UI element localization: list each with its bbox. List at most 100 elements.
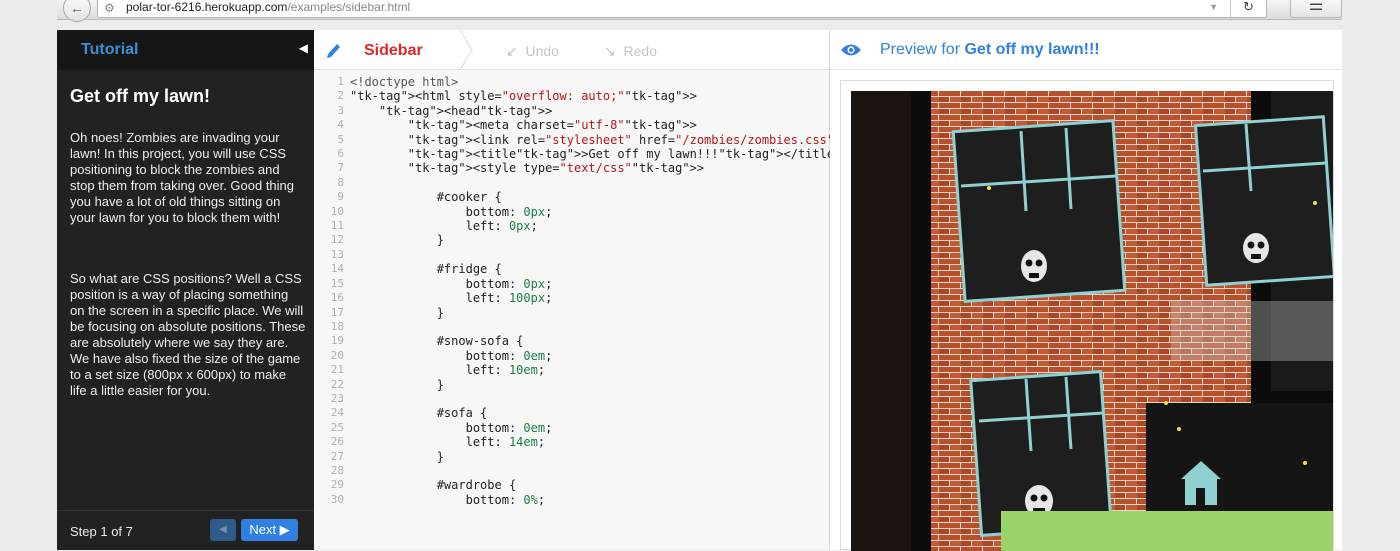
previous-step-button[interactable]: ◀: [210, 519, 236, 541]
browser-toolbar: ← ⚙ polar-tor-6216.herokuapp.com/example…: [57, 0, 1342, 22]
code-line[interactable]: "tk-tag"><meta charset="utf-8""tk-tag">>: [350, 118, 906, 132]
redo-icon: ↘: [604, 43, 616, 59]
code-line[interactable]: #fridge {: [350, 262, 906, 276]
line-number: 23: [330, 391, 344, 405]
line-number: 13: [330, 247, 344, 261]
line-number-gutter: 1 2 3 4 5 6 7 8 9 10 11 12 13 14 15 16 17 18 19 20 21 22 23 24 2…: [314, 75, 344, 507]
preview-panel: Preview for Get off my lawn!!!: [830, 30, 1342, 551]
code-line[interactable]: "tk-tag"><link rel="stylesheet" href="/z…: [350, 133, 907, 147]
tab-divider-arrow: [460, 30, 473, 70]
code-line[interactable]: #snow-sofa {: [350, 334, 906, 348]
preview-frame: [840, 80, 1334, 551]
code-line[interactable]: "tk-tag"><style type="text/css""tk-tag">…: [350, 161, 906, 175]
tutorial-heading: Get off my lawn!: [70, 86, 211, 106]
app-window: Tutorial ◀ Get off my lawn! Oh noes! Zom…: [57, 30, 1342, 551]
line-number: 20: [330, 348, 344, 362]
line-number: 29: [330, 478, 344, 492]
code-line[interactable]: left: 14em;: [350, 435, 906, 449]
line-number: 3: [337, 103, 344, 117]
preview-label: Preview: [880, 41, 937, 58]
code-line[interactable]: ​: [350, 392, 906, 406]
code-line[interactable]: #cooker {: [350, 190, 906, 204]
url-host: polar-tor-6216.herokuapp.com: [126, 0, 288, 14]
undo-button[interactable]: ↙ Undo: [506, 43, 559, 60]
code-area[interactable]: <!doctype html> "tk-tag"><html style="ove…: [350, 75, 906, 507]
line-number: 22: [330, 377, 344, 391]
code-line[interactable]: }: [350, 233, 906, 247]
tutorial-title: Tutorial: [81, 41, 139, 58]
line-number: 26: [330, 435, 344, 449]
preview-header: Preview for Get off my lawn!!!: [830, 30, 1342, 70]
globe-icon: ⚙: [104, 1, 115, 15]
reload-icon[interactable]: ↻: [1230, 0, 1266, 17]
line-number: 27: [330, 449, 344, 463]
address-bar[interactable]: ⚙ polar-tor-6216.herokuapp.com/examples/…: [97, 0, 1267, 18]
code-line[interactable]: "tk-tag"><title"tk-tag">>Get off my lawn…: [350, 147, 907, 161]
code-line[interactable]: "tk-tag"><head"tk-tag">>: [350, 104, 906, 118]
url-path: /examples/sidebar.html: [287, 0, 411, 14]
code-line[interactable]: #sofa {: [350, 406, 906, 420]
code-line[interactable]: <!doctype html>: [350, 75, 906, 89]
code-line[interactable]: "tk-tag"><html style="overflow: auto;""t…: [350, 89, 906, 103]
line-number: 21: [330, 363, 344, 377]
url-dropdown-icon[interactable]: ▼: [1209, 0, 1218, 18]
line-number: 10: [330, 204, 344, 218]
code-line[interactable]: bottom: 0em;: [350, 349, 906, 363]
undo-icon: ↙: [506, 43, 518, 59]
line-number: 12: [330, 233, 344, 247]
preview-page-title: Get off my lawn!!!: [964, 41, 1100, 58]
code-line[interactable]: bottom: 0em;: [350, 421, 906, 435]
game-scene-image[interactable]: [851, 91, 1333, 551]
code-line[interactable]: left: 100px;: [350, 291, 906, 305]
back-arrow-icon[interactable]: ←: [63, 0, 91, 22]
collapse-tutorial-icon[interactable]: ◀: [299, 41, 308, 55]
line-number: 4: [337, 118, 344, 132]
code-line[interactable]: bottom: 0px;: [350, 205, 906, 219]
line-number: 16: [330, 291, 344, 305]
line-number: 30: [330, 492, 344, 506]
eye-icon: [841, 44, 861, 56]
step-indicator: Step 1 of 7: [70, 524, 133, 539]
code-line[interactable]: ​: [350, 248, 906, 262]
line-number: 19: [330, 334, 344, 348]
code-line[interactable]: ​: [350, 464, 906, 478]
tutorial-header: Tutorial ◀: [57, 30, 314, 70]
code-line[interactable]: }: [350, 306, 906, 320]
code-line[interactable]: ​: [350, 320, 906, 334]
code-editor-panel: Sidebar ↙ Undo ↘ Redo 1 2 3 4 5 6 7 8 9 10 11 12 13 1…: [314, 30, 906, 550]
line-number: 28: [330, 463, 344, 477]
code-line[interactable]: bottom: 0%;: [350, 493, 906, 507]
line-number: 18: [330, 319, 344, 333]
line-number: 25: [330, 420, 344, 434]
line-number: 8: [337, 175, 344, 189]
tutorial-panel: Tutorial ◀ Get off my lawn! Oh noes! Zom…: [57, 30, 314, 550]
hamburger-menu-icon[interactable]: ☰: [1290, 0, 1342, 18]
line-number: 5: [337, 132, 344, 146]
code-line[interactable]: left: 10em;: [350, 363, 906, 377]
code-line[interactable]: }: [350, 378, 906, 392]
tutorial-paragraph: Oh noes! Zombies are invading your lawn!…: [70, 130, 295, 225]
line-number: 15: [330, 276, 344, 290]
line-number: 14: [330, 262, 344, 276]
preview-for: for: [941, 41, 961, 58]
line-number: 1: [337, 75, 344, 88]
line-number: 17: [330, 305, 344, 319]
code-line[interactable]: bottom: 0px;: [350, 277, 906, 291]
next-step-button[interactable]: Next ▶: [241, 519, 298, 541]
tab-sidebar[interactable]: Sidebar: [364, 42, 423, 60]
tutorial-paragraph: So what are CSS positions? Well a CSS po…: [70, 271, 306, 398]
line-number: 24: [330, 406, 344, 420]
code-line[interactable]: left: 0px;: [350, 219, 906, 233]
zombie-icon: [1021, 250, 1047, 282]
code-line[interactable]: }: [350, 450, 906, 464]
line-number: 6: [337, 147, 344, 161]
line-number: 2: [337, 89, 344, 103]
redo-button[interactable]: ↘ Redo: [604, 43, 657, 60]
preview-title: Preview for Get off my lawn!!!: [880, 41, 1100, 59]
code-line[interactable]: ​: [350, 176, 906, 190]
redo-label: Redo: [623, 43, 657, 59]
tutorial-footer: Step 1 of 7 ◀ Next ▶: [57, 510, 314, 550]
line-number: 11: [330, 219, 344, 233]
code-line[interactable]: #wardrobe {: [350, 478, 906, 492]
pencil-icon: [327, 44, 340, 58]
